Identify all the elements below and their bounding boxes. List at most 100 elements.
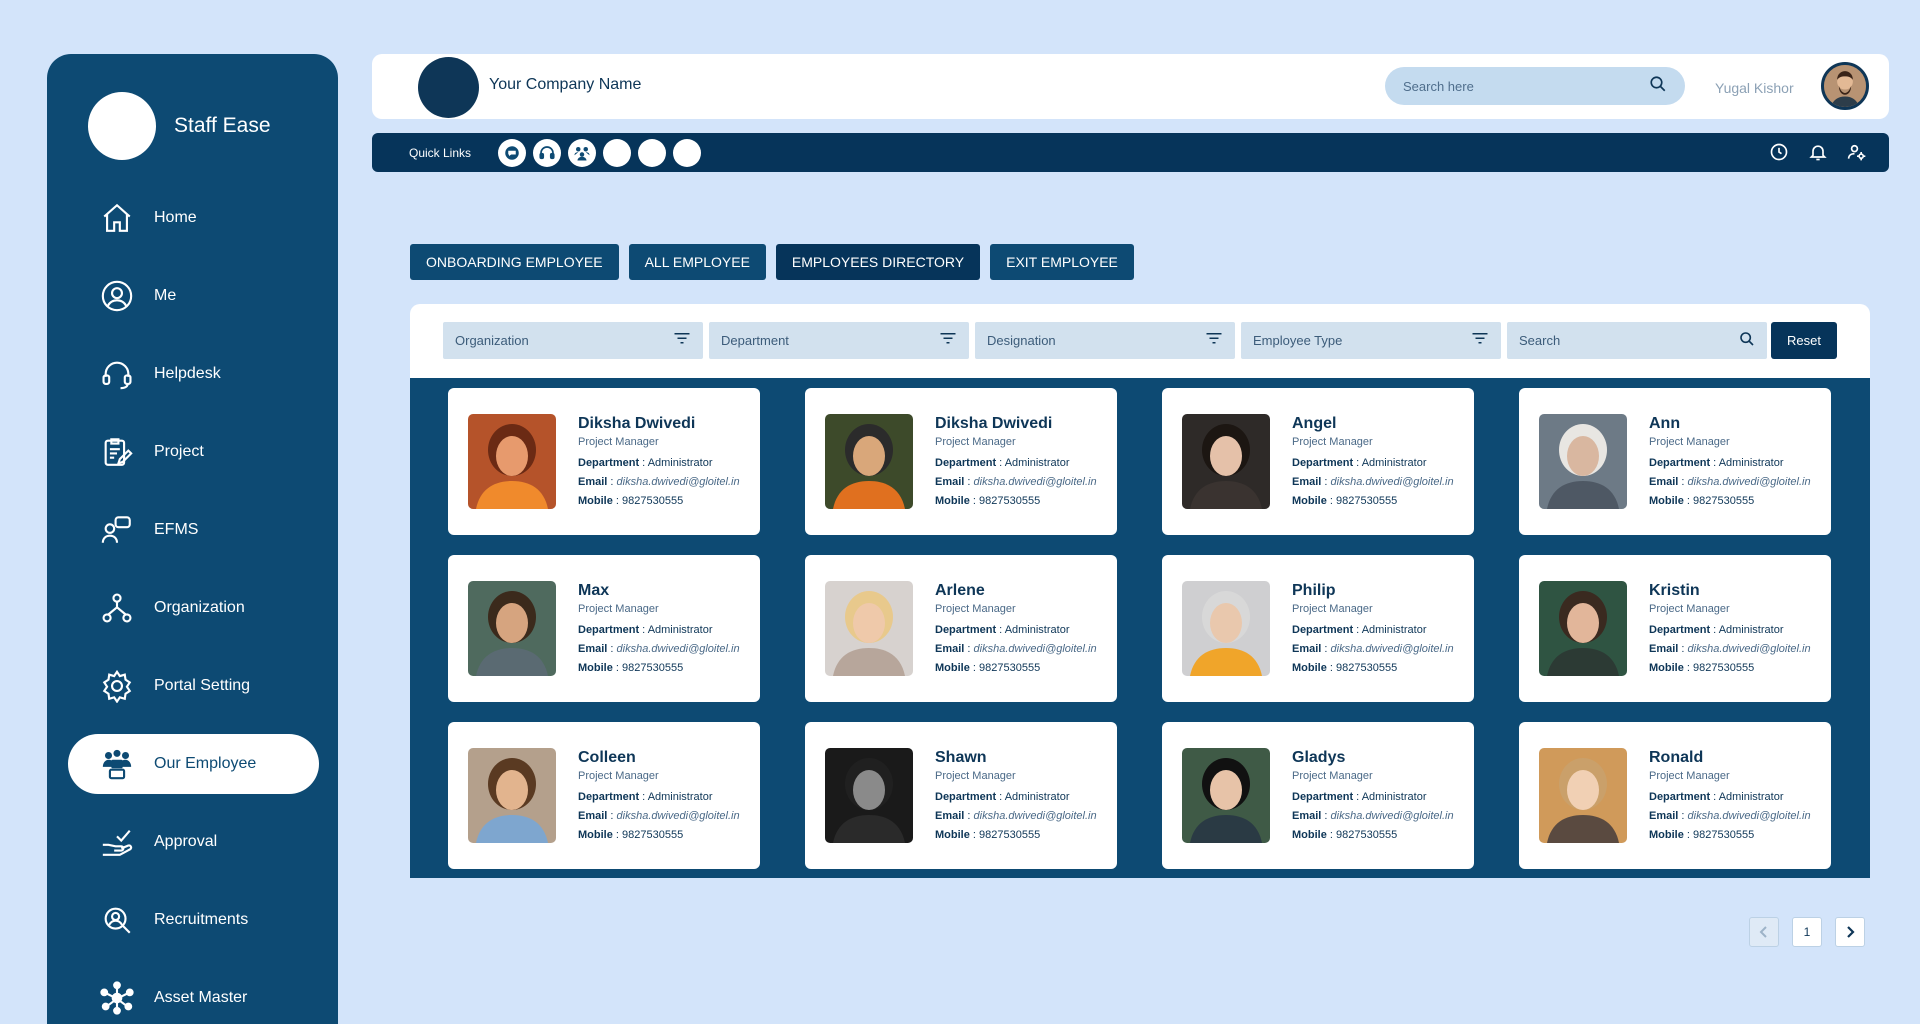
sidebar-item-approval[interactable]: Approval — [68, 812, 319, 872]
employee-department: Department : Administrator — [935, 624, 1070, 636]
email-value[interactable]: diksha.dwivedi@gloitel.in — [617, 476, 740, 488]
tab-exit-employee[interactable]: EXIT EMPLOYEE — [990, 244, 1134, 280]
employee-mobile: Mobile : 9827530555 — [935, 495, 1041, 507]
employee-info: Diksha Dwivedi Project Manager Department … — [935, 414, 1097, 511]
email-label: Email — [935, 476, 965, 488]
email-value[interactable]: diksha.dwivedi@gloitel.in — [617, 810, 740, 822]
email-value[interactable]: diksha.dwivedi@gloitel.in — [974, 476, 1097, 488]
company-name: Your Company Name — [489, 76, 642, 93]
user-name: Yugal Kishor — [1715, 80, 1794, 96]
user-settings-icon[interactable] — [1845, 140, 1869, 164]
employee-mobile: Mobile : 9827530555 — [935, 662, 1041, 674]
employee-name: Shawn — [935, 749, 987, 766]
employee-role: Project Manager — [1649, 436, 1730, 448]
employee-info: Kristin Project Manager Department : Admin… — [1649, 581, 1811, 678]
employee-role: Project Manager — [578, 436, 659, 448]
employee-card[interactable]: Angel Project Manager Department : Adminis… — [1162, 388, 1474, 535]
designation-filter[interactable]: Designation — [975, 322, 1235, 359]
clock-icon[interactable] — [1767, 140, 1791, 164]
user-circle-icon — [98, 277, 136, 315]
mobile-label: Mobile — [1292, 495, 1327, 507]
quick-bar-actions — [1752, 140, 1869, 164]
prev-page-button[interactable] — [1749, 917, 1779, 947]
employee-card[interactable]: Diksha Dwivedi Project Manager Department … — [805, 388, 1117, 535]
sidebar-item-efms[interactable]: EFMS — [68, 500, 319, 560]
filter-icon — [1471, 331, 1489, 350]
employee-role: Project Manager — [1649, 770, 1730, 782]
department-value: Administrator — [1718, 791, 1784, 803]
quick-link-headset-icon[interactable] — [533, 138, 562, 167]
global-search — [1385, 67, 1685, 105]
email-value[interactable]: diksha.dwivedi@gloitel.in — [617, 643, 740, 655]
employee-card[interactable]: Gladys Project Manager Department : Admini… — [1162, 722, 1474, 869]
sidebar-item-home[interactable]: Home — [68, 188, 319, 248]
employee-type-filter[interactable]: Employee Type — [1241, 322, 1501, 359]
sidebar-item-label: Me — [154, 287, 177, 304]
employee-department: Department : Administrator — [578, 624, 713, 636]
employee-card[interactable]: Philip Project Manager Department : Admini… — [1162, 555, 1474, 702]
sidebar-item-portal-setting[interactable]: Portal Setting — [68, 656, 319, 716]
email-label: Email — [1649, 643, 1679, 655]
employee-card[interactable]: Ronald Project Manager Department : Admini… — [1519, 722, 1831, 869]
department-label: Department — [1649, 791, 1711, 803]
mobile-value: 9827530555 — [979, 662, 1041, 674]
department-value: Administrator — [1361, 457, 1427, 469]
sidebar-item-asset-master[interactable]: Asset Master — [68, 968, 319, 1024]
employee-card[interactable]: Kristin Project Manager Department : Admin… — [1519, 555, 1831, 702]
page-number[interactable]: 1 — [1792, 917, 1822, 947]
clipboard-edit-icon — [98, 433, 136, 471]
employee-email: Email : diksha.dwivedi@gloitel.in — [1649, 476, 1811, 488]
search-icon[interactable] — [1649, 75, 1667, 98]
sidebar-item-our-employee[interactable]: Our Employee — [68, 734, 319, 794]
employee-name: Gladys — [1292, 749, 1346, 766]
hand-check-icon — [98, 823, 136, 861]
employee-photo — [1539, 581, 1627, 676]
sidebar-item-organization[interactable]: Organization — [68, 578, 319, 638]
employee-card[interactable]: Max Project Manager Department : Administr… — [448, 555, 760, 702]
employee-card[interactable]: Ann Project Manager Department : Administr… — [1519, 388, 1831, 535]
employee-role: Project Manager — [1292, 436, 1373, 448]
quick-link-slot[interactable] — [603, 138, 632, 167]
department-filter[interactable]: Department — [709, 322, 969, 359]
email-value[interactable]: diksha.dwivedi@gloitel.in — [1688, 810, 1811, 822]
email-value[interactable]: diksha.dwivedi@gloitel.in — [1331, 476, 1454, 488]
brand-name: Staff Ease — [174, 114, 271, 137]
employee-search-input[interactable] — [1519, 333, 1739, 348]
sidebar-item-project[interactable]: Project — [68, 422, 319, 482]
email-value[interactable]: diksha.dwivedi@gloitel.in — [974, 643, 1097, 655]
tab-onboarding-employee[interactable]: ONBOARDING EMPLOYEE — [410, 244, 619, 280]
organization-filter[interactable]: Organization — [443, 322, 703, 359]
brand[interactable]: Staff Ease — [88, 92, 271, 160]
employee-department: Department : Administrator — [578, 791, 713, 803]
employee-role: Project Manager — [1292, 770, 1373, 782]
quick-link-slot[interactable] — [638, 138, 667, 167]
sidebar-item-me[interactable]: Me — [68, 266, 319, 326]
user-avatar[interactable] — [1821, 62, 1869, 110]
employee-card[interactable]: Diksha Dwivedi Project Manager Department … — [448, 388, 760, 535]
email-value[interactable]: diksha.dwivedi@gloitel.in — [974, 810, 1097, 822]
employee-info: Max Project Manager Department : Administr… — [578, 581, 740, 678]
quick-link-chat-icon[interactable] — [498, 138, 527, 167]
email-label: Email — [578, 810, 608, 822]
quick-link-team-icon[interactable] — [568, 138, 597, 167]
quick-link-slot[interactable] — [673, 138, 702, 167]
mobile-label: Mobile — [1292, 662, 1327, 674]
sidebar-item-helpdesk[interactable]: Helpdesk — [68, 344, 319, 404]
email-value[interactable]: diksha.dwivedi@gloitel.in — [1331, 810, 1454, 822]
employee-email: Email : diksha.dwivedi@gloitel.in — [578, 643, 740, 655]
reset-button[interactable]: Reset — [1771, 322, 1837, 359]
sidebar-item-recruitments[interactable]: Recruitments — [68, 890, 319, 950]
search-icon[interactable] — [1739, 331, 1755, 350]
tab-all-employee[interactable]: ALL EMPLOYEE — [628, 244, 766, 280]
employee-card[interactable]: Arlene Project Manager Department : Admini… — [805, 555, 1117, 702]
email-value[interactable]: diksha.dwivedi@gloitel.in — [1331, 643, 1454, 655]
email-value[interactable]: diksha.dwivedi@gloitel.in — [1688, 476, 1811, 488]
employee-card[interactable]: Colleen Project Manager Department : Admin… — [448, 722, 760, 869]
bell-icon[interactable] — [1806, 140, 1830, 164]
tab-employees-directory[interactable]: EMPLOYEES DIRECTORY — [775, 244, 981, 280]
sidebar-item-label: Organization — [154, 599, 245, 616]
email-value[interactable]: diksha.dwivedi@gloitel.in — [1688, 643, 1811, 655]
global-search-input[interactable] — [1403, 78, 1649, 94]
next-page-button[interactable] — [1835, 917, 1865, 947]
employee-card[interactable]: Shawn Project Manager Department : Adminis… — [805, 722, 1117, 869]
